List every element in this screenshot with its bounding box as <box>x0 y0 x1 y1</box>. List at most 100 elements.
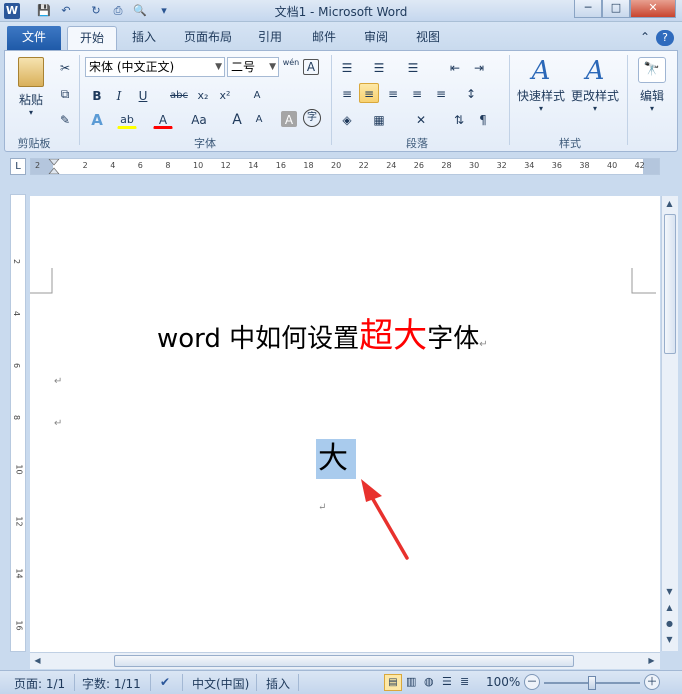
text-effect-button[interactable]: A <box>87 109 107 129</box>
scroll-thumb[interactable] <box>664 214 676 354</box>
font-color-button[interactable]: A <box>153 109 173 129</box>
tab-view[interactable]: 视图 <box>408 26 448 50</box>
bullets-icon[interactable]: ☰ <box>337 57 357 77</box>
quick-styles-button[interactable]: A 快速样式 ▾ <box>515 55 567 113</box>
vertical-scrollbar[interactable]: ▲ ▼ ▲ ● ▼ <box>661 196 678 651</box>
scroll-up-icon[interactable]: ▲ <box>662 196 677 211</box>
ruler-tick-label: 28 <box>441 161 452 170</box>
document-heading[interactable]: word 中如何设置超大字体↵ <box>157 308 488 357</box>
copy-icon[interactable]: ⧉ <box>55 83 75 103</box>
change-case-button[interactable]: Aa <box>187 109 211 129</box>
scroll-right-icon[interactable]: ▶ <box>644 653 659 668</box>
tab-home[interactable]: 开始 <box>67 26 117 50</box>
format-painter-icon[interactable]: ✎ <box>55 109 75 129</box>
line-spacing-icon[interactable]: ↕ <box>461 83 481 103</box>
vruler-tick-label: 12 <box>14 516 24 527</box>
proofing-icon[interactable]: ✔ <box>160 675 170 689</box>
page-count[interactable]: 页面: 1/1 <box>14 675 65 692</box>
enclose-char-button[interactable]: 字 <box>303 109 321 127</box>
zoom-level[interactable]: 100% <box>486 675 520 689</box>
tab-insert[interactable]: 插入 <box>124 26 164 50</box>
borders-icon[interactable]: ▦ <box>369 109 389 129</box>
scroll-down-icon[interactable]: ▼ <box>662 584 677 599</box>
highlight-button[interactable]: ab <box>117 109 137 129</box>
sort-icon[interactable]: ⇅ <box>449 109 469 129</box>
subscript-button[interactable]: x₂ <box>193 85 213 105</box>
editing-button[interactable]: 🔭 编辑 ▾ <box>631 55 673 113</box>
underline-button[interactable]: U <box>133 85 153 105</box>
font-size-combo[interactable]: 二号 ▼ <box>227 57 279 77</box>
group-label-paragraph: 段落 <box>406 137 428 150</box>
shrink-font-button[interactable]: A <box>249 109 269 129</box>
quick-styles-label: 快速样式 <box>516 89 565 103</box>
vertical-ruler[interactable]: 2 4 6 8 10 12 14 16 <box>10 194 26 652</box>
document-page[interactable]: word 中如何设置超大字体↵ ↵ ↵ 大↵ <box>30 196 660 652</box>
change-styles-button[interactable]: A 更改样式 ▾ <box>569 55 621 113</box>
status-separator <box>298 674 299 691</box>
help-icon[interactable]: ? <box>656 30 674 46</box>
draft-view-icon[interactable]: ≣ <box>460 675 469 688</box>
selected-character[interactable]: 大↵ <box>316 439 356 513</box>
tab-file[interactable]: 文件 <box>7 26 61 50</box>
scroll-left-icon[interactable]: ◀ <box>30 653 45 668</box>
vruler-tick-label: 16 <box>14 620 24 631</box>
print-layout-view-icon[interactable]: ▤ <box>384 674 402 691</box>
editing-label: 编辑 <box>639 89 664 103</box>
zoom-slider-thumb[interactable] <box>588 676 596 690</box>
shading-icon[interactable]: ◈ <box>337 109 357 129</box>
increase-indent-icon[interactable]: ⇥ <box>469 57 489 77</box>
multilevel-list-icon[interactable]: ☰ <box>403 57 423 77</box>
grow-font-button[interactable]: A <box>227 109 247 129</box>
minimize-button[interactable]: ─ <box>574 0 602 18</box>
ruler-tick-label: 24 <box>386 161 397 170</box>
horizontal-ruler[interactable]: 2 2 4 6 8 10 12 14 16 18 20 22 24 26 28 30 32 34 36 38 40 42 <box>30 158 660 175</box>
phonetic-guide-button[interactable]: wén <box>281 57 301 77</box>
paragraph-mark: ↵ <box>54 418 63 429</box>
italic-button[interactable]: I <box>109 85 129 105</box>
ruler-tick-label: 14 <box>248 161 259 170</box>
web-layout-icon[interactable]: ◍ <box>424 675 434 688</box>
tab-references[interactable]: 引用 <box>250 26 290 50</box>
ruler-tick-label: 26 <box>413 161 424 170</box>
maximize-button[interactable]: □ <box>602 0 630 18</box>
hscroll-thumb[interactable] <box>114 655 574 667</box>
tab-mailings[interactable]: 邮件 <box>304 26 344 50</box>
tab-page-layout[interactable]: 页面布局 <box>176 26 240 50</box>
bold-button[interactable]: B <box>87 85 107 105</box>
align-left-icon[interactable]: ≡ <box>337 83 357 103</box>
show-marks-icon[interactable]: ¶ <box>473 109 493 129</box>
paste-button[interactable]: 粘贴 ▾ <box>11 55 51 125</box>
char-border-button[interactable]: A <box>303 59 319 75</box>
tab-review[interactable]: 审阅 <box>356 26 396 50</box>
vruler-tick-label: 8 <box>12 414 22 421</box>
distribute-icon[interactable]: ≡ <box>431 83 451 103</box>
superscript-button[interactable]: x² <box>215 85 235 105</box>
prev-page-icon[interactable]: ▲ <box>662 600 677 615</box>
language-indicator[interactable]: 中文(中国) <box>192 675 249 692</box>
reading-view-icon[interactable]: ▥ <box>406 675 416 688</box>
font-name-combo[interactable]: 宋体 (中文正文) ▼ <box>85 57 225 77</box>
clear-format-icon[interactable]: A <box>245 85 269 105</box>
insert-mode[interactable]: 插入 <box>266 675 290 692</box>
outline-view-icon[interactable]: ☰ <box>442 675 452 688</box>
close-button[interactable]: ✕ <box>630 0 676 18</box>
tab-selector[interactable]: L <box>10 158 26 175</box>
numbering-icon[interactable]: ☰ <box>369 57 389 77</box>
word-count[interactable]: 字数: 1/11 <box>82 675 141 692</box>
horizontal-scrollbar[interactable]: ◀ ▶ <box>30 652 660 669</box>
ruler-tick-label: 12 <box>220 161 231 170</box>
collapse-ribbon-icon[interactable]: ⌃ <box>636 26 654 50</box>
next-page-icon[interactable]: ▼ <box>662 632 677 647</box>
decrease-indent-icon[interactable]: ⇤ <box>445 57 465 77</box>
align-right-icon[interactable]: ≡ <box>383 83 403 103</box>
zoom-in-button[interactable]: ＋ <box>644 674 660 690</box>
ribbon-separator <box>331 55 332 145</box>
chinese-layout-icon[interactable]: ✕ <box>411 109 431 129</box>
justify-icon[interactable]: ≡ <box>407 83 427 103</box>
zoom-out-button[interactable]: － <box>524 674 540 690</box>
align-center-icon[interactable]: ≡ <box>359 83 379 103</box>
char-shading-button[interactable]: A <box>281 111 297 127</box>
strikethrough-button[interactable]: abc <box>167 85 191 105</box>
browse-object-icon[interactable]: ● <box>662 616 677 631</box>
cut-icon[interactable]: ✂ <box>55 57 75 77</box>
